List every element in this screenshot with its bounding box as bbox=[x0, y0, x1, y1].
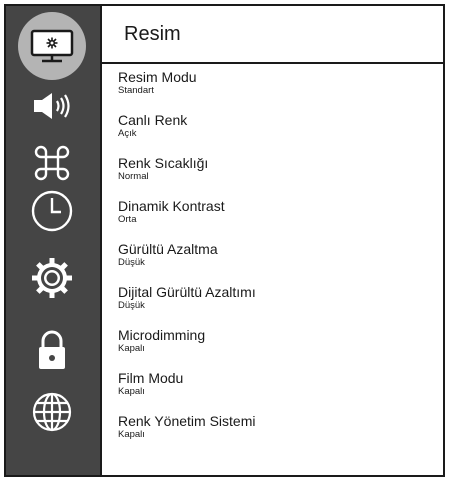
sidebar-item-lock[interactable] bbox=[19, 327, 85, 373]
menu-item-color-temperature[interactable]: Renk Sıcaklığı Normal bbox=[118, 155, 435, 198]
gear-icon bbox=[32, 258, 72, 298]
sidebar-item-settings[interactable] bbox=[19, 140, 85, 186]
menu-item-value: Kapalı bbox=[118, 343, 145, 354]
menu-item-film-mode[interactable]: Film Modu Kapalı bbox=[118, 370, 435, 413]
clock-icon bbox=[31, 190, 73, 232]
menu-item-label: Film Modu bbox=[118, 370, 184, 386]
menu-item-microdimming[interactable]: Microdimming Kapalı bbox=[118, 327, 435, 370]
menu-item-label: Microdimming bbox=[118, 327, 206, 343]
menu-item-value: Normal bbox=[118, 171, 149, 182]
page-title: Resim bbox=[124, 23, 181, 45]
sidebar-item-timer[interactable] bbox=[19, 188, 85, 234]
menu-item-value: Kapalı bbox=[118, 429, 145, 440]
menu-item-label: Canlı Renk bbox=[118, 112, 188, 128]
sidebar-item-sources[interactable] bbox=[19, 389, 85, 435]
menu-item-value: Orta bbox=[118, 214, 137, 225]
title-bar: Resim bbox=[102, 6, 443, 64]
command-icon bbox=[34, 145, 70, 181]
menu-item-value: Düşük bbox=[118, 257, 145, 268]
menu-item-value: Kapalı bbox=[118, 386, 145, 397]
tv-menu-screen: Resim Resim Modu Standart Canlı Renk Açı… bbox=[4, 4, 445, 477]
menu-item-digital-noise-reduction[interactable]: Dijital Gürültü Azaltımı Düşük bbox=[118, 284, 435, 327]
picture-settings-icon bbox=[30, 29, 74, 63]
menu-item-picture-mode[interactable]: Resim Modu Standart bbox=[118, 69, 435, 112]
main-panel: Resim Resim Modu Standart Canlı Renk Açı… bbox=[102, 6, 443, 475]
sidebar-item-picture[interactable] bbox=[18, 12, 86, 80]
menu-item-noise-reduction[interactable]: Gürültü Azaltma Düşük bbox=[118, 241, 435, 284]
sidebar bbox=[6, 6, 102, 475]
menu-item-value: Düşük bbox=[118, 300, 145, 311]
menu-item-color-management-system[interactable]: Renk Yönetim Sistemi Kapalı bbox=[118, 413, 435, 456]
menu-item-label: Gürültü Azaltma bbox=[118, 241, 218, 257]
globe-icon bbox=[32, 392, 72, 432]
sidebar-item-setup[interactable] bbox=[19, 255, 85, 301]
sidebar-item-sound[interactable] bbox=[19, 83, 85, 129]
menu-item-dynamic-contrast[interactable]: Dinamik Kontrast Orta bbox=[118, 198, 435, 241]
speaker-icon bbox=[34, 93, 70, 119]
menu-item-label: Dinamik Kontrast bbox=[118, 198, 225, 214]
menu-item-label: Renk Yönetim Sistemi bbox=[118, 413, 256, 429]
menu-item-vivid-color[interactable]: Canlı Renk Açık bbox=[118, 112, 435, 155]
menu-item-value: Açık bbox=[118, 128, 137, 139]
menu-item-label: Renk Sıcaklığı bbox=[118, 155, 209, 171]
menu-item-label: Resim Modu bbox=[118, 69, 197, 85]
menu-item-label: Dijital Gürültü Azaltımı bbox=[118, 284, 256, 300]
menu-item-value: Standart bbox=[118, 85, 154, 96]
lock-icon bbox=[39, 330, 65, 369]
menu-list: Resim Modu Standart Canlı Renk Açık Renk… bbox=[118, 69, 435, 456]
